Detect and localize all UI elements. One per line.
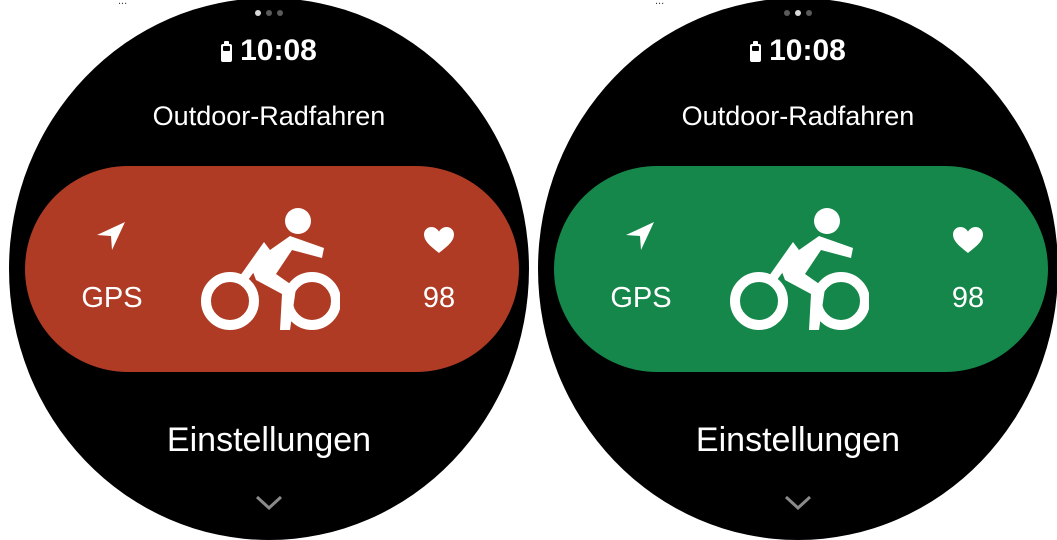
page-dot	[266, 10, 272, 16]
heart-rate-value: 98	[422, 282, 456, 314]
start-workout-button[interactable]: GPS 98	[25, 166, 519, 372]
status-bar: 10:08	[538, 34, 1057, 68]
battery-icon	[221, 40, 233, 62]
chevron-down-icon[interactable]	[254, 493, 284, 511]
page-indicator	[9, 10, 529, 16]
activity-title: Outdoor-Radfahren	[681, 101, 915, 131]
page-dot	[784, 10, 790, 16]
clock-time: 10:08	[769, 34, 846, 67]
page-dot	[255, 10, 261, 16]
heart-icon	[953, 227, 983, 253]
cropped-caption-right: ...	[655, 0, 665, 7]
settings-button[interactable]: Einstellungen	[538, 421, 1057, 460]
settings-button[interactable]: Einstellungen	[9, 421, 529, 460]
gps-label: GPS	[81, 282, 143, 314]
chevron-down-icon[interactable]	[783, 493, 813, 511]
page-dot	[806, 10, 812, 16]
navigation-arrow-icon	[97, 222, 125, 250]
heart-rate-status: 98	[938, 220, 998, 320]
activity-title: Outdoor-Radfahren	[152, 101, 386, 131]
gps-label: GPS	[610, 282, 672, 314]
heart-rate-status: 98	[409, 220, 469, 320]
page-dot	[277, 10, 283, 16]
cropped-caption-left: ...	[118, 0, 128, 7]
gps-status: GPS	[606, 220, 676, 320]
watch-screen-left: 10:08 Outdoor-Radfahren GPS 98 Einstellu…	[9, 0, 529, 540]
bicycle-icon	[201, 208, 340, 330]
battery-icon	[750, 40, 762, 62]
watch-screen-right: 10:08 Outdoor-Radfahren GPS 98 Einstellu…	[538, 0, 1057, 540]
heart-rate-value: 98	[951, 282, 985, 314]
navigation-arrow-icon	[626, 222, 654, 250]
heart-icon	[424, 227, 454, 253]
clock-time: 10:08	[240, 34, 317, 67]
page-dot	[795, 10, 801, 16]
cropped-caption-fragment: ... ...	[0, 0, 1057, 10]
gps-status: GPS	[77, 220, 147, 320]
status-bar: 10:08	[9, 34, 529, 68]
start-workout-button[interactable]: GPS 98	[554, 166, 1048, 372]
bicycle-icon	[730, 208, 869, 330]
page-indicator	[538, 10, 1057, 16]
